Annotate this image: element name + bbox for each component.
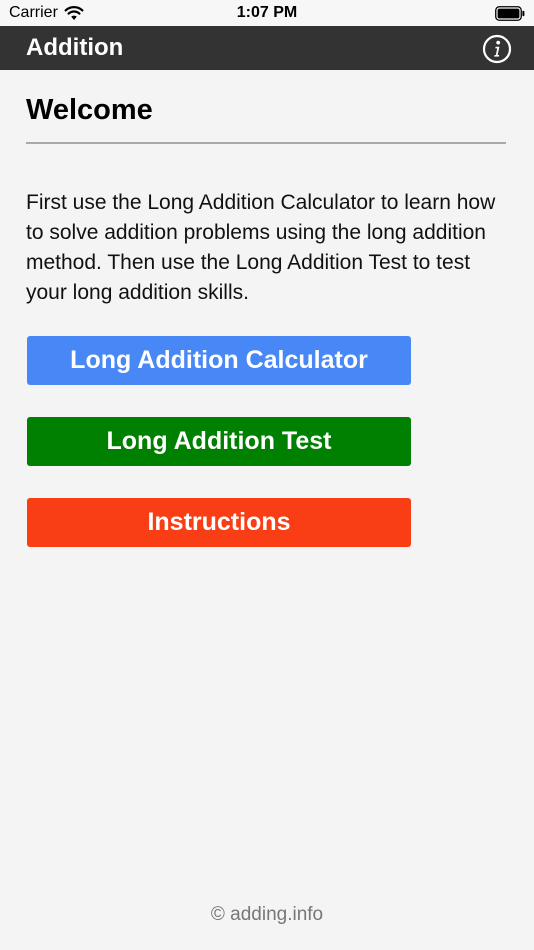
long-addition-calculator-button[interactable]: Long Addition Calculator: [27, 336, 411, 385]
welcome-heading: Welcome: [26, 94, 153, 126]
battery-icon: [495, 6, 525, 21]
navigation-bar: Addition: [0, 26, 534, 70]
long-addition-test-button[interactable]: Long Addition Test: [27, 417, 411, 466]
status-time: 1:07 PM: [236, 4, 298, 21]
status-bar: Carrier 1:07 PM: [0, 0, 534, 26]
instructions-button[interactable]: Instructions: [27, 498, 411, 547]
divider: [26, 142, 506, 144]
copyright-footer[interactable]: © adding.info: [0, 904, 534, 926]
nav-title: Addition: [26, 34, 124, 61]
intro-text: First use the Long Addition Calculator t…: [26, 191, 496, 304]
info-icon[interactable]: [482, 34, 512, 64]
